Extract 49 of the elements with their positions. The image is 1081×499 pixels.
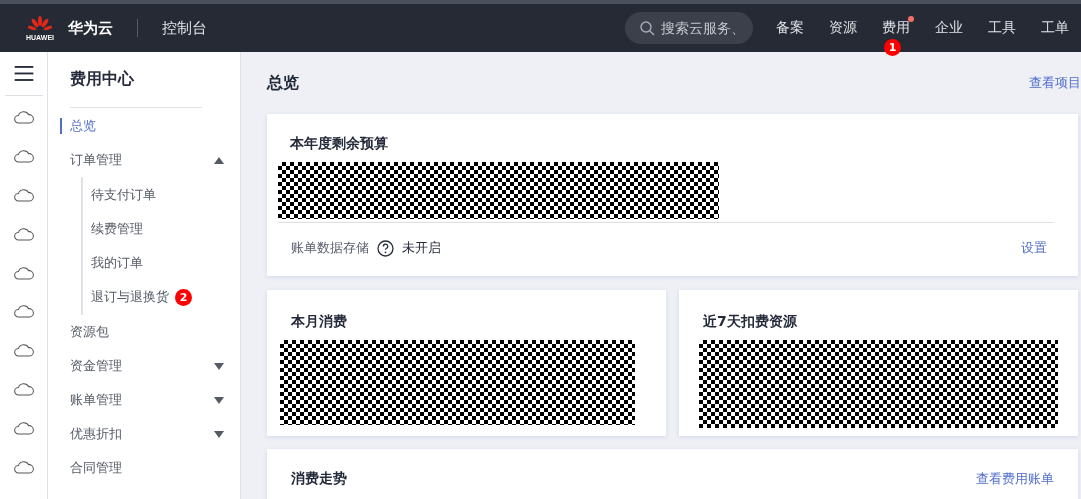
cloud-icon[interactable] xyxy=(13,460,34,476)
cloud-icon[interactable] xyxy=(13,265,34,281)
storage-label: 账单数据存储 xyxy=(291,239,369,257)
sidebar-item[interactable]: 优惠折扣 xyxy=(60,417,240,451)
caret-icon xyxy=(214,156,224,164)
sidebar-item[interactable]: 资源包 xyxy=(60,315,240,349)
card-title: 消费走势 xyxy=(291,470,347,488)
sidebar-subitem[interactable]: 待支付订单 xyxy=(83,178,240,212)
console-link[interactable]: 控制台 xyxy=(162,18,207,38)
sidebar-subitem[interactable]: 我的订单 xyxy=(83,246,240,280)
card-title: 本年度剩余预算 xyxy=(289,134,389,153)
cloud-icon[interactable] xyxy=(13,343,34,359)
nav-item[interactable]: 备案 xyxy=(776,19,804,35)
search-icon xyxy=(640,21,655,36)
nav-item[interactable]: 工具 xyxy=(988,19,1016,35)
search-field[interactable]: 搜索云服务、 xyxy=(625,12,753,44)
view-projects-link[interactable]: 查看项目 xyxy=(1029,74,1081,92)
sidebar-subitem[interactable]: 续费管理 xyxy=(83,212,240,246)
caret-icon xyxy=(214,396,224,404)
sidebar-item[interactable]: 账单管理 xyxy=(60,383,240,417)
cloud-icon[interactable] xyxy=(13,109,34,125)
count-badge: 2 xyxy=(175,288,192,306)
nav-item[interactable]: 费用 xyxy=(882,19,910,35)
nav-item[interactable]: 企业 xyxy=(935,19,963,35)
caret-icon xyxy=(214,430,224,438)
cloud-icon[interactable] xyxy=(13,304,34,320)
count-badge: 1 xyxy=(884,39,901,56)
cloud-icon[interactable] xyxy=(13,187,34,203)
nav-item[interactable]: 资源 xyxy=(829,19,857,35)
sidebar-item[interactable]: 资金管理 xyxy=(60,349,240,383)
settings-link[interactable]: 设置 xyxy=(1021,239,1047,257)
sidebar-item[interactable]: 订单管理 xyxy=(60,143,240,177)
cloud-icon[interactable] xyxy=(13,421,34,437)
nav-item[interactable]: 工单 xyxy=(1041,19,1069,35)
card-title: 本月消费 xyxy=(290,312,348,331)
sidebar-title: 费用中心 xyxy=(70,69,135,90)
menu-icon[interactable] xyxy=(13,66,34,81)
cloud-icon[interactable] xyxy=(13,226,34,242)
brand-name[interactable]: 华为云 xyxy=(68,18,113,38)
cloud-icon[interactable] xyxy=(13,148,34,164)
help-icon[interactable] xyxy=(377,239,394,257)
sidebar-subitem[interactable]: 退订与退换货 2 xyxy=(83,280,240,314)
sidebar-item[interactable]: 合同管理 xyxy=(60,451,240,485)
view-bill-link[interactable]: 查看费用账单 xyxy=(976,470,1054,488)
caret-icon xyxy=(214,362,224,370)
cloud-icon[interactable] xyxy=(13,382,34,398)
card-title: 近7天扣费资源 xyxy=(702,312,798,331)
storage-status: 未开启 xyxy=(402,239,441,257)
page-title: 总览 xyxy=(267,72,299,94)
